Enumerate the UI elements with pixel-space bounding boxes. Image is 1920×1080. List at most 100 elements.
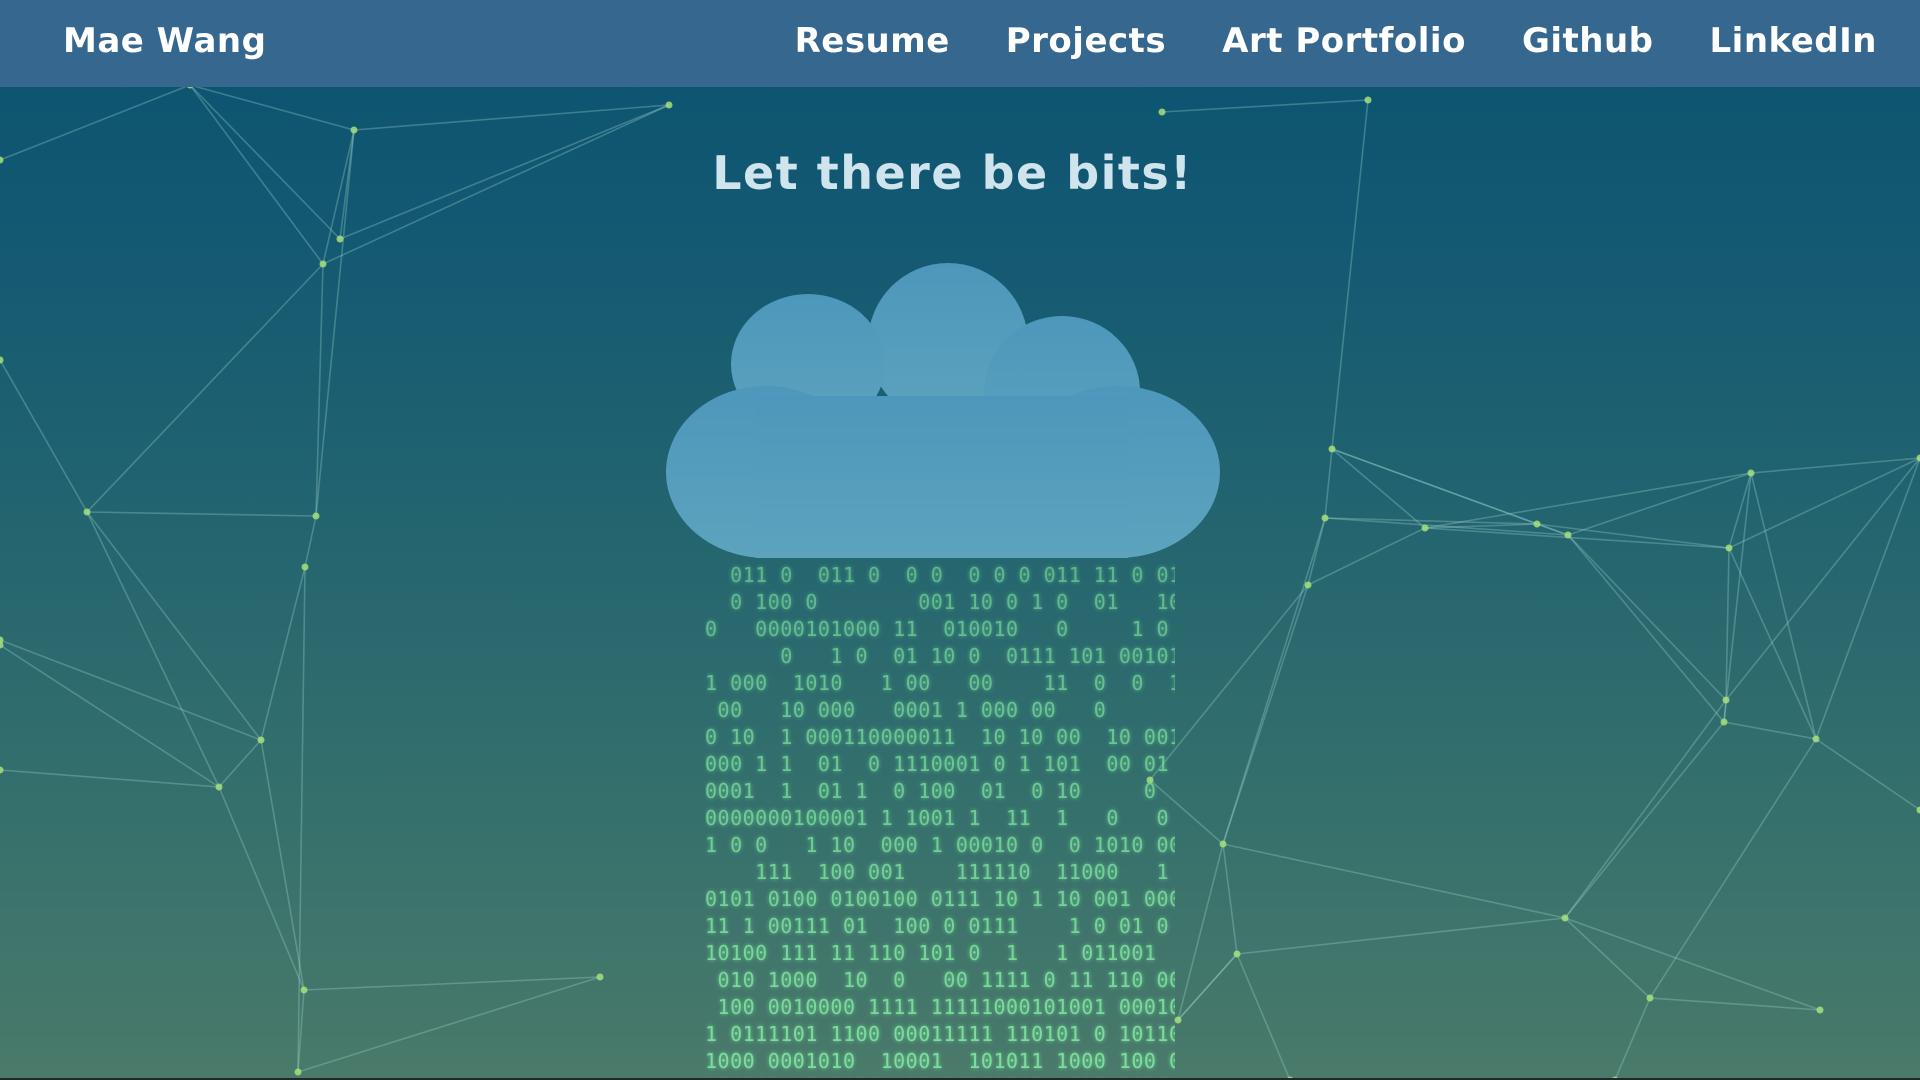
network-line: [86, 511, 317, 517]
network-node: [1174, 1016, 1182, 1024]
network-node: [1233, 950, 1241, 958]
network-line: [1177, 843, 1224, 1021]
network-node: [596, 973, 604, 981]
network-node: [215, 783, 223, 791]
binary-rain-row: 0 0000101000 11 010010 0 1 0: [705, 617, 1175, 641]
network-node: [1321, 514, 1329, 522]
binary-rain: 011 0 011 0 0 0 0 0 0 011 11 0 01 0 100 …: [705, 562, 1175, 1080]
network-line: [0, 644, 220, 788]
network-line: [1567, 534, 1725, 723]
network-node: [1219, 840, 1227, 848]
network-line: [1815, 738, 1920, 811]
network-node: [1646, 994, 1654, 1002]
nav-linkedin-link[interactable]: LinkedIn: [1710, 21, 1877, 61]
network-node: [1722, 696, 1730, 704]
network-line: [1222, 843, 1566, 919]
nav-projects-link[interactable]: Projects: [1006, 21, 1166, 61]
network-node: [1747, 469, 1755, 477]
network-line: [1567, 472, 1752, 536]
binary-rain-row: 010 1000 10 0 00 1111 0 11 110 00: [705, 968, 1175, 992]
network-node: [665, 101, 673, 109]
binary-rain-row: 1 000 1010 1 00 00 11 0 0 1: [705, 671, 1175, 695]
network-node: [1421, 524, 1429, 532]
nav-links: Resume Projects Art Portfolio Github Lin…: [739, 21, 1877, 61]
network-line: [260, 566, 306, 741]
network-line: [1222, 843, 1238, 955]
network-node: [301, 563, 309, 571]
network-node: [0, 636, 4, 644]
network-node: [1158, 108, 1166, 116]
network-line: [86, 511, 220, 788]
hero-headline: Let there be bits!: [712, 146, 1193, 200]
cloud-icon: [666, 263, 1220, 558]
nav-github-link[interactable]: Github: [1522, 21, 1654, 61]
network-line: [1567, 534, 1727, 701]
network-line: [1614, 997, 1651, 1080]
network-line: [1723, 721, 1817, 740]
binary-rain-row: 1 0 0 1 10 000 1 00010 0 0 1010 00: [705, 833, 1175, 857]
network-node: [1816, 1006, 1824, 1014]
binary-rain-row: 011 0 011 0 0 0 0 0 0 011 11 0 01: [705, 563, 1175, 587]
top-navbar: Mae Wang Resume Projects Art Portfolio G…: [0, 0, 1920, 87]
network-node: [1304, 581, 1312, 589]
network-line: [1725, 457, 1920, 701]
network-node: [1364, 96, 1372, 104]
network-line: [1564, 917, 1651, 999]
network-line: [0, 769, 220, 788]
network-line: [303, 976, 601, 991]
network-line: [1564, 721, 1725, 919]
nav-resume-link[interactable]: Resume: [795, 21, 950, 61]
binary-rain-row: 0 100 0 001 10 0 1 0 01 10: [705, 590, 1175, 614]
network-line: [218, 786, 305, 991]
network-line: [218, 739, 262, 788]
network-line: [1728, 547, 1817, 740]
network-line: [1307, 527, 1426, 586]
network-node: [257, 736, 265, 744]
network-node: [312, 512, 320, 520]
binary-rain-row: 1000 0001010 10001 101011 1000 100 0: [705, 1049, 1175, 1073]
brand-link[interactable]: Mae Wang: [63, 21, 266, 61]
binary-rain-row: 0001 1 01 1 0 100 01 0 10 0: [705, 779, 1175, 803]
nav-art-portfolio-link[interactable]: Art Portfolio: [1222, 21, 1466, 61]
binary-rain-row: 0 10 1 000110000011 10 10 00 10 001: [705, 725, 1175, 749]
network-line: [1324, 448, 1333, 519]
network-node: [294, 1068, 302, 1076]
network-node: [1533, 520, 1541, 528]
binary-rain-row: 000 1 1 01 0 1110001 0 1 101 00 01: [705, 752, 1175, 776]
network-line: [260, 739, 305, 991]
network-node: [350, 126, 358, 134]
network-line: [1236, 953, 1291, 1080]
network-line: [189, 84, 355, 131]
binary-rain-row: 00 10 000 0001 1 000 00 0: [705, 698, 1175, 722]
network-node: [1725, 544, 1733, 552]
network-line: [1161, 99, 1369, 113]
network-node: [0, 356, 4, 364]
network-node: [1561, 914, 1569, 922]
network-line: [1649, 997, 1821, 1011]
binary-rain-row: 0 1 0 01 10 0 0111 101 00101: [705, 644, 1175, 668]
network-line: [0, 359, 88, 513]
network-node: [0, 766, 4, 774]
network-line: [1649, 738, 1817, 999]
network-node: [1328, 445, 1336, 453]
network-node: [1564, 531, 1572, 539]
network-line: [86, 511, 262, 741]
binary-rain-row: 100 0010000 1111 11111000101001 00010: [705, 995, 1175, 1019]
network-line: [297, 976, 601, 1073]
network-line: [1222, 517, 1326, 845]
binary-rain-row: 11 1 00111 01 100 0 0111 1 0 01 0: [705, 914, 1175, 938]
network-line: [1564, 699, 1727, 919]
network-node: [336, 235, 344, 243]
binary-rain-row: 0101 0100 0100100 0111 10 1 10 001 000: [705, 887, 1175, 911]
binary-rain-row: 1 0111101 1100 00011111 110101 0 10110: [705, 1022, 1175, 1046]
network-line: [1236, 917, 1566, 955]
network-node: [83, 508, 91, 516]
network-line: [1331, 448, 1426, 529]
network-line: [304, 515, 317, 568]
network-node: [1720, 718, 1728, 726]
network-line: [86, 263, 324, 513]
binary-rain-row: 10100 111 11 110 101 0 1 1 011001: [705, 941, 1175, 965]
network-node: [300, 986, 308, 994]
network-node: [319, 260, 327, 268]
network-line: [1750, 472, 1817, 740]
